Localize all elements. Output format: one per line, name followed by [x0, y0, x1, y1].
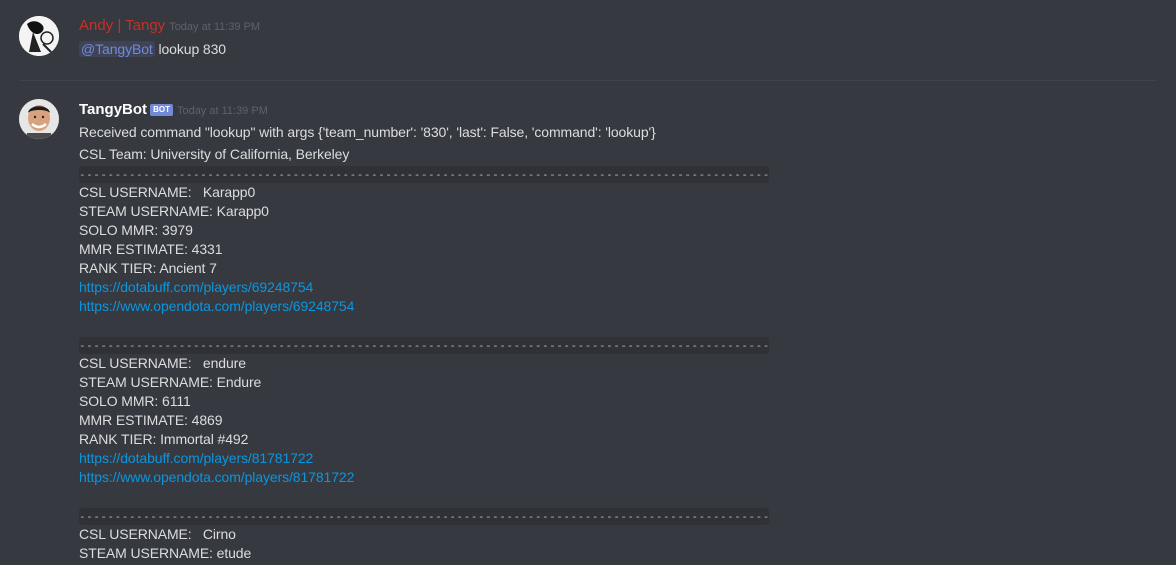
player-csl-username: CSL USERNAME: Karapp0	[79, 184, 256, 200]
player-steam-username: STEAM USERNAME: Karapp0	[79, 203, 269, 219]
separator-code-block: ----------------------------------------…	[79, 337, 769, 354]
opendota-link[interactable]: https://www.opendota.com/players/8178172…	[79, 469, 354, 485]
player-steam-username: STEAM USERNAME: etude	[79, 545, 252, 561]
author-name[interactable]: Andy | Tangy	[79, 17, 165, 34]
message-author[interactable]: Andy | Tangy Today at 11:39 PM	[79, 17, 260, 34]
separator-code-block: ----------------------------------------…	[79, 508, 769, 525]
message-author[interactable]: TangyBot BOT Today at 11:39 PM	[79, 101, 268, 118]
opendota-link[interactable]: https://www.opendota.com/players/6924875…	[79, 298, 354, 314]
player-rank-tier: RANK TIER: Immortal #492	[79, 431, 249, 447]
player-solo-mmr: SOLO MMR: 6111	[79, 393, 191, 409]
bot-tag: BOT	[150, 104, 173, 116]
user-avatar-image	[19, 16, 59, 56]
dotabuff-link[interactable]: https://dotabuff.com/players/69248754	[79, 279, 313, 295]
player-mmr-estimate: MMR ESTIMATE: 4869	[79, 412, 223, 428]
author-name[interactable]: TangyBot	[79, 101, 147, 118]
player-steam-username: STEAM USERNAME: Endure	[79, 374, 262, 390]
dotabuff-link[interactable]: https://dotabuff.com/players/81781722	[79, 450, 313, 466]
player-csl-username: CSL USERNAME: Cirno	[79, 526, 236, 542]
chat-messages: Andy | Tangy Today at 11:39 PM @TangyBot …	[0, 0, 1176, 565]
team-line: CSL Team: University of California, Berk…	[79, 146, 350, 162]
message-timestamp: Today at 11:39 PM	[169, 21, 261, 33]
player-csl-username: CSL USERNAME: endure	[79, 355, 246, 371]
bot-avatar-image	[19, 99, 59, 139]
player-solo-mmr: SOLO MMR: 3979	[79, 222, 193, 238]
bot-avatar[interactable]	[19, 99, 59, 139]
user-avatar[interactable]	[19, 16, 59, 56]
player-rank-tier: RANK TIER: Ancient 7	[79, 260, 217, 276]
message-content: @TangyBot lookup 830	[79, 41, 226, 57]
command-received-line: Received command "lookup" with args {'te…	[79, 124, 656, 140]
message-divider	[20, 80, 1156, 81]
bot-mention[interactable]: @TangyBot	[79, 41, 155, 57]
message-text: lookup 830	[154, 41, 226, 57]
message-timestamp: Today at 11:39 PM	[176, 105, 268, 117]
separator-code-block: ----------------------------------------…	[79, 166, 769, 183]
player-mmr-estimate: MMR ESTIMATE: 4331	[79, 241, 223, 257]
